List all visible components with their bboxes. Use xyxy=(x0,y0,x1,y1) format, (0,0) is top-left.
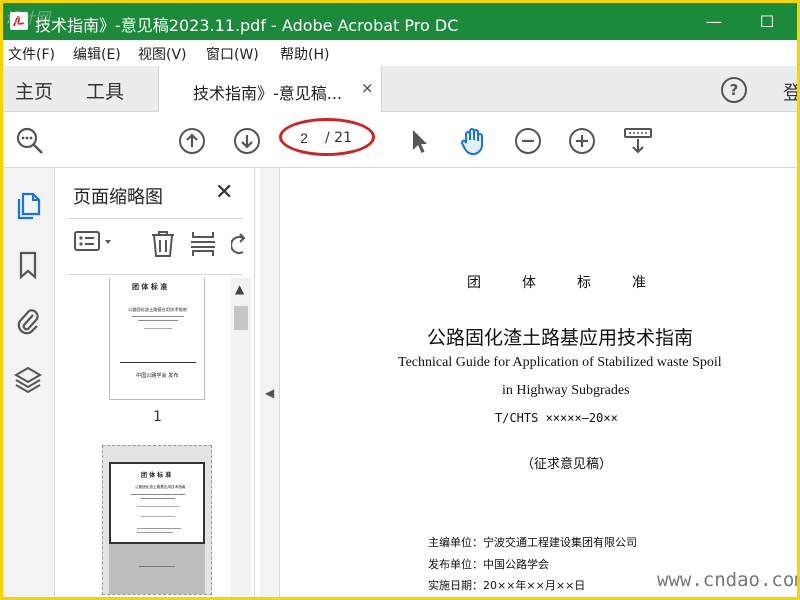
tab-close-button[interactable]: × xyxy=(361,79,374,97)
tab-tools[interactable]: 工具 xyxy=(86,77,124,104)
toolbar: / 21 xyxy=(3,112,797,168)
doc-header-char: 标 xyxy=(577,275,591,291)
hand-tool-icon[interactable] xyxy=(458,126,488,156)
menu-bar: 文件(F) 编辑(E) 视图(V) 窗口(W) 帮助(H) xyxy=(3,40,797,66)
select-cursor-icon[interactable] xyxy=(404,126,434,156)
thumb-line xyxy=(137,528,181,529)
thumb-page1-publisher: 中国公路学会 发布 xyxy=(136,372,179,379)
thumb-page2-header: 团 体 标 准 xyxy=(141,472,172,479)
thumbnails-panel: 页面缩略图 ✕ 团 体 标 准 公路固化渣土路基应用技术指南 中国公路学会 发布… xyxy=(55,168,255,597)
help-button[interactable]: ? xyxy=(721,77,747,103)
page-thumbnails-icon[interactable] xyxy=(14,190,42,220)
menu-view[interactable]: 视图(V) xyxy=(138,44,187,64)
menu-file[interactable]: 文件(F) xyxy=(8,44,55,64)
page-up-icon[interactable] xyxy=(177,126,207,156)
collapse-arrow-icon: ◀ xyxy=(265,386,275,400)
thumbnail-scrollbar[interactable]: ▲ xyxy=(231,278,251,597)
tab-home[interactable]: 主页 xyxy=(15,77,53,104)
thumb-line xyxy=(137,532,173,533)
window-title: 技术指南》-意见稿2023.11.pdf - Adobe Acrobat Pro… xyxy=(35,16,459,35)
page-down-icon[interactable] xyxy=(232,126,262,156)
acrobat-window: 设计网 技术指南》-意见稿2023.11.pdf - Adobe Acrobat… xyxy=(3,3,797,597)
panel-divider xyxy=(67,274,243,275)
doc-effective-date: 实施日期：20××年××月××日 xyxy=(428,579,586,592)
help-icon: ? xyxy=(729,81,739,99)
attachment-icon[interactable] xyxy=(14,306,42,336)
doc-header-char: 准 xyxy=(632,275,646,291)
scroll-mode-icon[interactable] xyxy=(623,126,653,156)
delete-icon[interactable] xyxy=(149,230,177,258)
doc-header-char: 团 xyxy=(467,275,481,291)
doc-standard-code: T/CHTS ×××××—20×× xyxy=(495,411,618,425)
site-watermark: www.cndao.com xyxy=(657,569,797,591)
panel-divider xyxy=(67,218,243,219)
thumb-line xyxy=(137,506,179,507)
sign-in-button[interactable]: 登 xyxy=(783,78,797,105)
thumb-line xyxy=(138,320,178,321)
menu-help[interactable]: 帮助(H) xyxy=(280,44,329,64)
thumbnail-page-1[interactable]: 团 体 标 准 公路固化渣土路基应用技术指南 中国公路学会 发布 xyxy=(109,278,205,400)
insert-page-icon[interactable] xyxy=(190,230,216,258)
thumb-line xyxy=(141,498,175,499)
doc-draft-label: （征求意见稿） xyxy=(521,457,613,472)
title-bar: 设计网 技术指南》-意见稿2023.11.pdf - Adobe Acrobat… xyxy=(3,3,797,40)
layers-icon[interactable] xyxy=(14,364,42,394)
tab-document[interactable]: 技术指南》-意见稿... × xyxy=(158,66,382,113)
scroll-up-icon[interactable]: ▲ xyxy=(235,282,244,296)
doc-header-char: 体 xyxy=(522,275,536,291)
maximize-button[interactable]: ☐ xyxy=(742,3,792,40)
thumbnail-page-2: 团 体 标 准 公路固化渣土路基应用技术指南 xyxy=(109,462,205,544)
doc-publish-unit: 发布单位：中国公路学会 xyxy=(428,558,549,571)
left-icon-rail xyxy=(3,168,55,597)
thumb-page1-header: 团 体 标 准 xyxy=(132,283,168,291)
thumbnail-page-1-number: 1 xyxy=(153,409,162,425)
bookmark-icon[interactable] xyxy=(14,250,42,280)
rotate-icon[interactable] xyxy=(231,230,245,258)
thumbnail-options-icon[interactable] xyxy=(73,230,115,254)
doc-title-en-line1: Technical Guide for Application of Stabi… xyxy=(398,355,722,370)
thumbnail-page-2-selection[interactable]: 团 体 标 准 公路固化渣土路基应用技术指南 xyxy=(102,445,212,595)
thumb-line xyxy=(141,516,175,517)
thumb-line xyxy=(144,328,172,329)
thumb-line xyxy=(132,316,184,317)
doc-editor-unit: 主编单位：宁波交通工程建设集团有限公司 xyxy=(428,536,637,549)
panel-collapse-handle[interactable]: ◀ xyxy=(260,168,280,597)
doc-title-en-line2: in Highway Subgrades xyxy=(502,383,630,398)
thumb-rule xyxy=(120,362,196,363)
thumb-page2-title: 公路固化渣土路基应用技术指南 xyxy=(135,485,186,490)
page-number-box: / 21 xyxy=(279,118,375,156)
zoom-search-icon[interactable] xyxy=(15,126,45,156)
tab-document-label: 技术指南》-意见稿... xyxy=(193,84,343,103)
thumb-page1-title: 公路固化渣土路基应用技术指南 xyxy=(128,307,187,313)
doc-title-cn: 公路固化渣土路基应用技术指南 xyxy=(427,327,694,349)
tab-bar: 主页 工具 技术指南》-意见稿... × ? 登 xyxy=(3,66,797,113)
menu-edit[interactable]: 编辑(E) xyxy=(73,44,121,64)
thumbnail-page-2-shaded xyxy=(109,544,205,594)
red-annotation-ellipse xyxy=(279,118,375,156)
panel-title: 页面缩略图 xyxy=(73,187,163,208)
scrollbar-thumb[interactable] xyxy=(234,306,248,330)
thumb-line xyxy=(131,494,185,495)
panel-close-button[interactable]: ✕ xyxy=(215,180,233,205)
document-view[interactable]: 团 体 标 准 公路固化渣土路基应用技术指南 Technical Guide f… xyxy=(281,168,797,597)
zoom-out-icon[interactable] xyxy=(513,126,543,156)
thumb-line xyxy=(139,566,175,567)
zoom-in-icon[interactable] xyxy=(567,126,597,156)
minimize-button[interactable]: — xyxy=(689,3,739,40)
menu-window[interactable]: 窗口(W) xyxy=(206,44,259,64)
